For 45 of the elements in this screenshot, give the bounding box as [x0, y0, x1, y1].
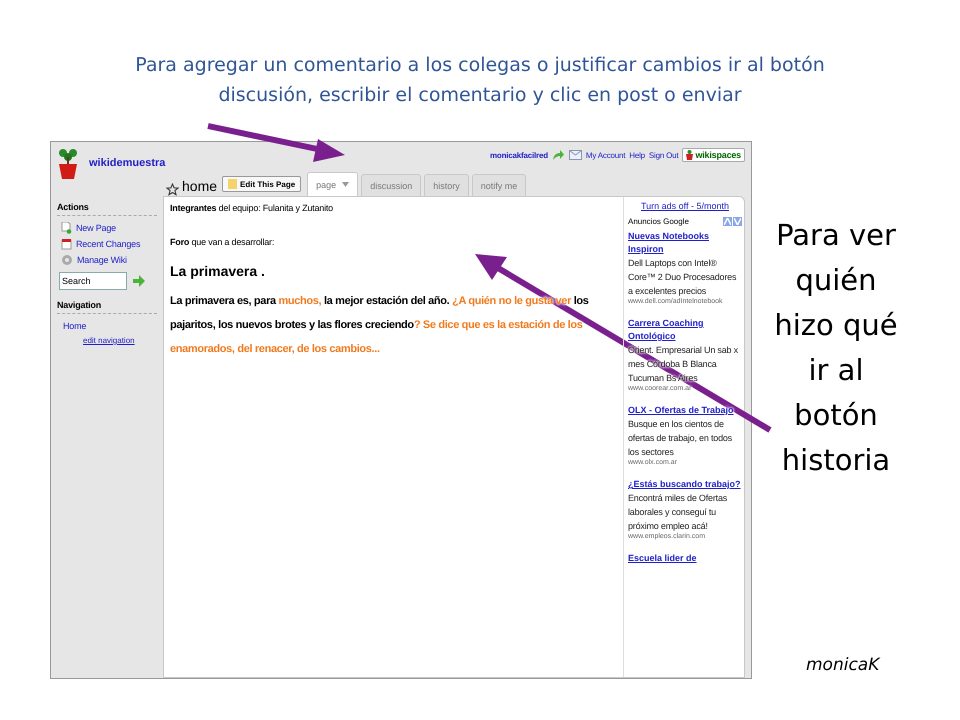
content-heading: La primavera .: [170, 263, 266, 279]
plant-pot-icon: [57, 148, 79, 180]
edit-page-button[interactable]: Edit This Page: [222, 176, 302, 192]
author-name: monicaK: [806, 655, 880, 675]
star-icon[interactable]: [166, 183, 179, 196]
go-arrow-icon[interactable]: [133, 275, 145, 287]
ad-text: Dell Laptops con Intel® Core™ 2 Duo Procesadores a excelentes precios: [628, 257, 738, 298]
tab[interactable]: page: [307, 172, 358, 196]
calendar-icon: [61, 238, 72, 250]
wikispaces-badge[interactable]: wikispaces: [682, 148, 745, 162]
side-note: Para ver quién hizo qué ir al botón historia: [773, 217, 899, 479]
search-field[interactable]: Search: [59, 272, 127, 290]
ad-text: Busque en los cientos de ofertas de trabajo, en todos los sectores: [628, 418, 733, 458]
next-ad-button[interactable]: [733, 217, 742, 226]
ad-title-link[interactable]: Carrera Coaching Ontológico: [628, 317, 742, 343]
gear-icon: [61, 254, 73, 266]
page-title: home: [182, 178, 218, 194]
ad-text: Encontrá miles de Ofertas laborales y conseguí tu próximo empleo acá!: [628, 492, 728, 532]
site-name[interactable]: wikidemuestra: [89, 157, 166, 169]
edit-navigation-link[interactable]: edit navigation: [83, 336, 157, 345]
ad-title-link[interactable]: OLX - Ofertas de Trabajo: [628, 404, 742, 417]
sidebar-heading: Navigation: [57, 300, 157, 314]
account-link[interactable]: Sign Out: [648, 150, 678, 160]
note-icon: [228, 179, 238, 189]
arrow-icon[interactable]: [552, 149, 565, 161]
content-text: Integrantes del equipo: Fulanita y Zutanito: [170, 203, 334, 213]
slide-caption: Para agregar un comentario a los colegas o justificar cambios ir al botón discusión, escribir el comentario y clic en post o enviar: [134, 53, 826, 108]
mail-icon[interactable]: [568, 150, 582, 160]
content-text: Foro que van a desarrollar:: [170, 237, 276, 247]
sidebar-link[interactable]: Recent Changes: [76, 239, 140, 249]
caret-icon[interactable]: [342, 182, 350, 187]
sidebar-link[interactable]: New Page: [76, 223, 116, 233]
username-link[interactable]: monicakfacilred: [490, 150, 548, 160]
turn-ads-off-link[interactable]: Turn ads off - 5/month: [628, 201, 742, 211]
account-link[interactable]: My Account: [586, 150, 626, 160]
account-link[interactable]: Help: [629, 150, 645, 160]
sidebar-link[interactable]: Home: [63, 321, 86, 331]
ad-title-link[interactable]: Nuevas Notebooks Inspiron: [628, 230, 742, 256]
ad-title-link[interactable]: ¿Estás buscando trabajo?: [628, 478, 742, 491]
sidebar-heading: Actions: [57, 202, 157, 216]
ads-label: Anuncios Google: [628, 217, 689, 226]
new-page-icon: [61, 222, 72, 234]
ad-title-link[interactable]: Escuela lider de: [628, 552, 742, 565]
sidebar-link[interactable]: Manage Wiki: [77, 255, 127, 265]
previous-ad-button[interactable]: [723, 217, 732, 226]
